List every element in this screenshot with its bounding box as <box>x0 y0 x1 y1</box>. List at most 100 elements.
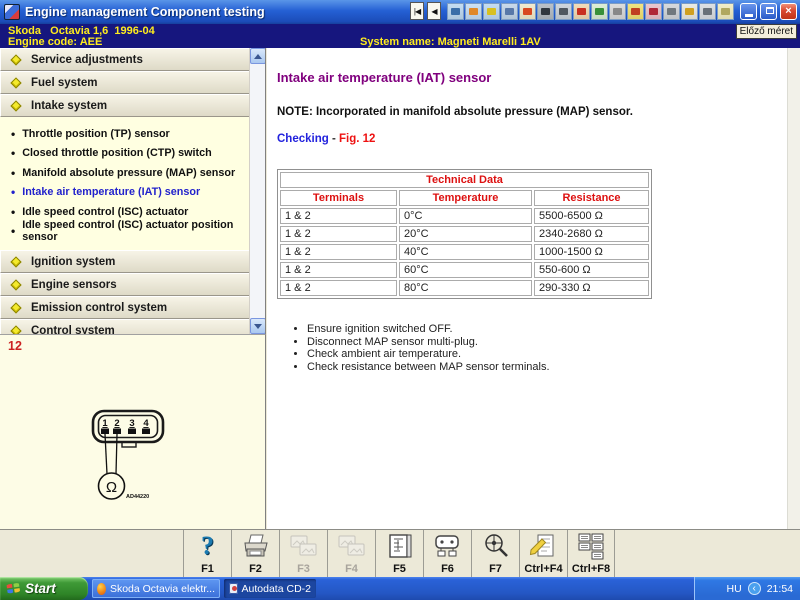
procedure-step: Check ambient air temperature. <box>307 348 800 361</box>
system-name: System name: Magneti Marelli 1AV <box>360 36 541 48</box>
scroll-down-icon[interactable] <box>250 318 265 334</box>
warning-icon[interactable] <box>681 2 698 20</box>
images-icon <box>328 531 375 561</box>
sidebar-section-engine-sensors[interactable]: Engine sensors <box>0 273 250 296</box>
taskbar-task-skoda-octavia-elektr[interactable]: Skoda Octavia elektr... <box>92 579 220 598</box>
sidebar-section-ignition-system[interactable]: Ignition system <box>0 250 250 273</box>
sidebar-section-emission-control-system[interactable]: Emission control system <box>0 296 250 319</box>
language-indicator[interactable]: HU <box>727 583 742 595</box>
vehicle-lift-icon[interactable] <box>591 2 608 20</box>
technicians-icon[interactable] <box>501 2 518 20</box>
checking-label: Checking <box>277 133 329 145</box>
engine-icon[interactable] <box>537 2 554 20</box>
sidebar-item-throttle-position-tp-sensor[interactable]: Throttle position (TP) sensor <box>11 124 246 144</box>
gauge-icon[interactable] <box>465 2 482 20</box>
sidebar-item-manifold-absolute-pressure-map-sensor[interactable]: Manifold absolute pressure (MAP) sensor <box>11 163 246 183</box>
section-label: Emission control system <box>31 301 168 314</box>
figure-number: 12 <box>8 339 22 353</box>
sidebar-section-intake-system[interactable]: Intake system <box>0 94 250 117</box>
ohm-symbol: Ω <box>106 479 117 496</box>
window-title: Engine management Component testing <box>25 5 265 19</box>
vehicle-icon[interactable] <box>699 2 716 20</box>
section-label: Ignition system <box>31 255 116 268</box>
taskbar-task-autodata-cd-2[interactable]: Autodata CD-2 <box>224 579 316 598</box>
application-window: Engine management Component testing |◀ ◀… <box>0 0 800 600</box>
parts-icon[interactable] <box>519 2 536 20</box>
task-label: Skoda Octavia elektr... <box>109 582 215 595</box>
fkey-ctrl-f8[interactable]: Ctrl+F8 <box>567 530 615 577</box>
table-row: 1 & 2 40°C 1000-1500 Ω <box>280 244 649 260</box>
diagnostic-tool-icon[interactable] <box>555 2 572 20</box>
sidebar-item-intake-air-temperature-iat-sensor[interactable]: Intake air temperature (IAT) sensor <box>11 183 246 203</box>
fkey-label: F7 <box>489 563 502 575</box>
start-button[interactable]: Start <box>0 577 88 600</box>
scroll-up-icon[interactable] <box>250 48 265 64</box>
technical-data-table: Technical Data Terminals Temperature Resis… <box>277 169 652 299</box>
fkey-label: F1 <box>201 563 214 575</box>
disc-icon[interactable] <box>663 2 680 20</box>
nav-back-button[interactable]: ◀ <box>427 2 441 20</box>
table-row: 1 & 2 80°C 290-330 Ω <box>280 280 649 296</box>
diamond-icon <box>10 278 22 291</box>
fkey-label: Ctrl+F8 <box>571 563 611 575</box>
help-icon: ? <box>201 531 214 560</box>
fkey-f7[interactable]: F7 <box>471 530 519 577</box>
procedure-step: Disconnect MAP sensor multi-plug. <box>307 336 800 349</box>
components-icon[interactable] <box>573 2 590 20</box>
figure-code: AD44220 <box>126 494 149 500</box>
vehicle-header: Skoda Octavia 1,6 1996-04 Engine code: A… <box>0 24 800 48</box>
column-header-resistance: Resistance <box>534 190 649 206</box>
connector-diagram: 1 2 3 4 Ω AD44220 <box>91 409 165 500</box>
restore-tooltip: Előző méret <box>735 24 797 39</box>
sidebar-item-closed-throttle-position-ctp-switch[interactable]: Closed throttle position (CTP) switch <box>11 144 246 164</box>
pin-label: 3 <box>129 418 134 429</box>
diamond-icon <box>10 53 22 66</box>
help-info-icon[interactable] <box>627 2 644 20</box>
sidebar-section-control-system[interactable]: Control system <box>0 319 250 334</box>
content-scrollbar-track[interactable] <box>787 48 800 529</box>
pin-label: 4 <box>143 418 149 429</box>
clock: 21:54 <box>766 582 793 595</box>
fkey-f6[interactable]: F6 <box>423 530 471 577</box>
diamond-icon <box>10 324 22 334</box>
firefox-icon <box>97 582 106 595</box>
wiring-icon <box>376 531 423 561</box>
table-row: 1 & 2 0°C 5500-6500 Ω <box>280 208 649 224</box>
fkey-f3: F3 <box>279 530 327 577</box>
tools-icon[interactable] <box>447 2 464 20</box>
taskbar: Start Skoda Octavia elektr... Autodata CD… <box>0 577 800 600</box>
table-title: Technical Data <box>280 172 649 188</box>
connector-icon <box>424 531 471 561</box>
figure-link[interactable]: Fig. 12 <box>339 133 375 145</box>
wiring-figure-icon[interactable] <box>645 2 662 20</box>
hide-icons-icon[interactable]: ‹ <box>747 582 761 595</box>
sidebar-scrollbar[interactable] <box>249 48 265 334</box>
close-button[interactable]: × <box>780 2 797 20</box>
table-row: 1 & 2 60°C 550-600 Ω <box>280 262 649 278</box>
note-text: NOTE: Incorporated in manifold absolute … <box>277 106 633 118</box>
minimize-button[interactable] <box>740 2 757 20</box>
section-label: Fuel system <box>31 76 98 89</box>
card-icon[interactable] <box>717 2 734 20</box>
fkey-f5[interactable]: F5 <box>375 530 423 577</box>
sidebar-section-service-adjustments[interactable]: Service adjustments <box>0 48 250 71</box>
handshake-icon[interactable] <box>609 2 626 20</box>
nav-first-button[interactable]: |◀ <box>410 2 424 20</box>
fkey-label: Ctrl+F4 <box>524 563 563 575</box>
fkey-label: F5 <box>393 563 406 575</box>
fkey-label: F4 <box>345 563 358 575</box>
table-row: 1 & 2 20°C 2340-2680 Ω <box>280 226 649 242</box>
fkey-ctrl-f4[interactable]: Ctrl+F4 <box>519 530 567 577</box>
diamond-icon <box>10 99 22 112</box>
restore-button[interactable] <box>760 2 777 20</box>
car-service-icon[interactable] <box>483 2 500 20</box>
windows-logo-icon <box>6 583 20 594</box>
fkey-f1[interactable]: ? F1 <box>183 530 231 577</box>
fkey-f2[interactable]: F2 <box>231 530 279 577</box>
sidebar-item-idle-speed-control-isc-actuator-position-sensor[interactable]: Idle speed control (ISC) actuator positi… <box>11 219 246 243</box>
section-label: Control system <box>31 324 115 335</box>
toolbar-icons <box>447 2 734 20</box>
page-title: Intake air temperature (IAT) sensor <box>277 70 492 85</box>
sidebar-section-fuel-system[interactable]: Fuel system <box>0 71 250 94</box>
pin-label: 1 <box>102 418 108 429</box>
